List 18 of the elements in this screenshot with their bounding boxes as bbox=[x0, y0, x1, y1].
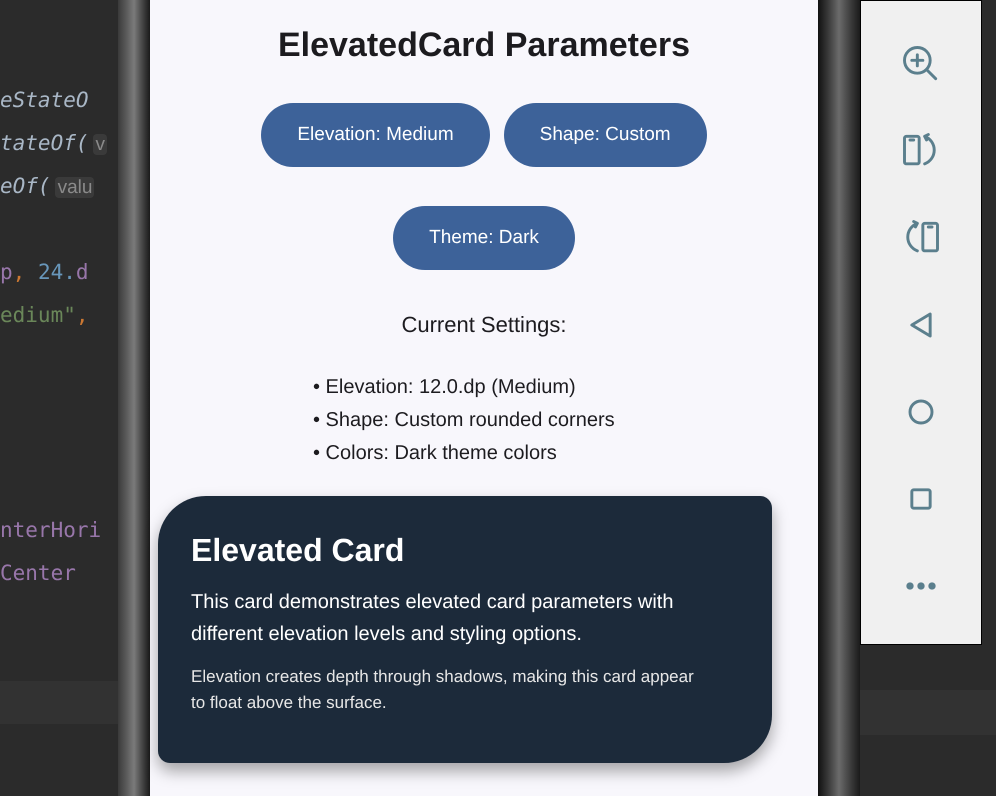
settings-heading: Current Settings: bbox=[401, 311, 567, 339]
card-title: Elevated Card bbox=[191, 531, 406, 570]
settings-item: • Elevation: 12.0.dp (Medium) bbox=[313, 375, 577, 400]
code-line: Center bbox=[0, 560, 76, 587]
code-line: p, 24.d bbox=[0, 258, 89, 286]
card-note: Elevation creates depth through shadows, making this card appear to float above the surface. bbox=[191, 666, 695, 714]
option-button[interactable]: Theme: Dark bbox=[393, 206, 575, 270]
option-button[interactable]: Shape: Custom bbox=[504, 103, 707, 167]
settings-item: • Colors: Dark theme colors bbox=[313, 441, 558, 466]
code-line: edium", bbox=[0, 302, 89, 329]
code-line: tateOf( v bbox=[0, 130, 108, 157]
code-line: eStateO bbox=[0, 86, 89, 114]
option-button[interactable]: Elevation: Medium bbox=[261, 103, 490, 167]
settings-item: • Shape: Custom rounded corners bbox=[313, 408, 616, 433]
screen-title: ElevatedCard Parameters bbox=[278, 25, 690, 66]
code-line: eOf( valu bbox=[0, 172, 94, 200]
card-body: This card demonstrates elevated card parameters with different elevation levels and styling options. bbox=[191, 590, 674, 647]
code-line: nterHori bbox=[0, 516, 102, 544]
